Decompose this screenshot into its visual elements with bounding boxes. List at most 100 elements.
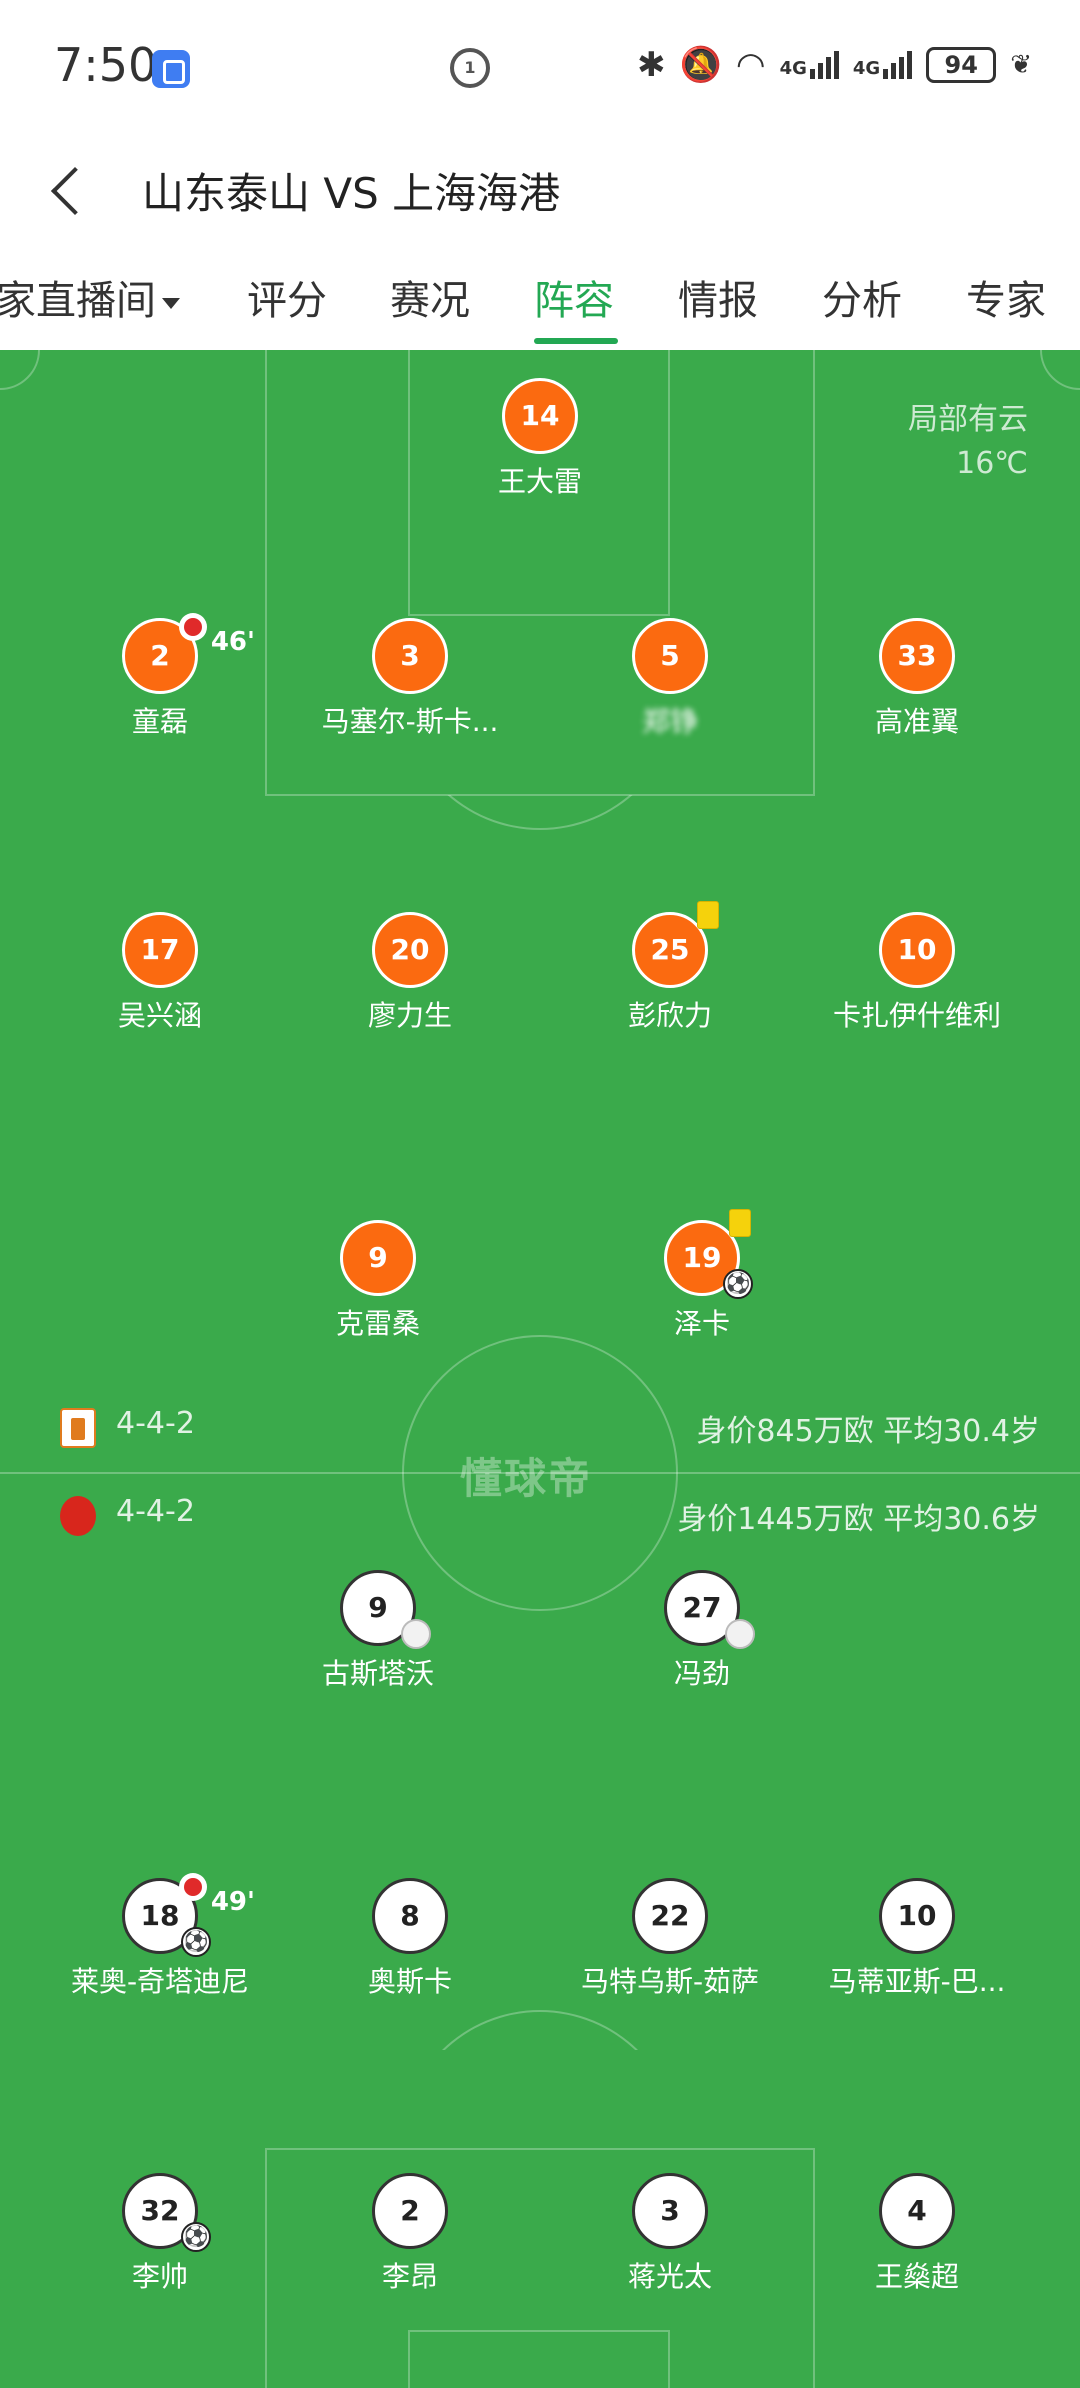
mute-icon: 🔕 [679,45,722,85]
player-name: 吴兴涵 [117,999,202,1032]
player-home-d4[interactable]: 33 高准翼 [797,618,1037,740]
player-name: 马蒂亚斯-巴... [828,1965,1006,1998]
signal-icon: 4G [780,51,839,79]
player-name: 奥斯卡 [367,1965,452,1998]
player-name: 童磊 [131,705,188,738]
app-notification-icon [152,50,190,88]
player-away-m2[interactable]: 8 奥斯卡 [290,1878,530,2000]
sub-minute: 46' [210,627,255,657]
player-away-m1[interactable]: 18 49' ⚽ 莱奥-奇塔迪尼 [40,1873,280,2000]
player-home-m1[interactable]: 17 吴兴涵 [40,912,280,1034]
player-number: 18 [140,1899,180,1932]
player-number: 27 [682,1591,722,1624]
assist-icon [725,1619,755,1649]
player-home-m2[interactable]: 20 廖力生 [290,912,530,1034]
goal-ball-icon: ⚽ [181,1927,211,1957]
player-home-m4[interactable]: 10 卡扎伊什维利 [797,912,1037,1034]
yellow-card-icon [729,1209,751,1237]
away-team-logo [60,1496,96,1536]
player-number: 14 [502,378,578,454]
player-away-f1[interactable]: 9 古斯塔沃 [258,1570,498,1692]
player-away-d1[interactable]: 32 ⚽ 李帅 [40,2173,280,2295]
pitch: 局部有云 16℃ 懂球帝 14 王大雷 2 46' 童磊 3 马塞尔-斯卡... … [0,350,1080,2388]
tab-live-room[interactable]: 家直播间 [0,268,180,326]
home-formation: 4-4-2 [116,1406,195,1441]
away-team-stats: 身价1445万欧 平均30.6岁 [677,1502,1040,1537]
player-name: 王燊超 [874,2260,959,2293]
player-number: 22 [632,1878,708,1954]
chevron-down-icon [162,297,180,309]
tab-expert[interactable]: 专家 [966,268,1046,326]
wifi-icon: ◠ [735,45,766,85]
player-away-m3[interactable]: 22 马特乌斯-茹萨 [550,1878,790,2000]
weather-condition: 局部有云 [908,402,1028,437]
player-name: 马塞尔-斯卡... [321,705,499,738]
assist-icon [401,1619,431,1649]
player-number: 2 [372,2173,448,2249]
sub-out-icon [179,1873,207,1901]
player-away-d2[interactable]: 2 李昂 [290,2173,530,2295]
goal-ball-icon: ⚽ [723,1269,753,1299]
player-number: 32 [140,2194,180,2227]
player-home-f2[interactable]: 19 ⚽ 泽卡 [582,1209,822,1342]
player-number: 33 [879,618,955,694]
player-away-d4[interactable]: 4 王燊超 [797,2173,1037,2295]
player-number: 17 [122,912,198,988]
tab-lineup[interactable]: 阵容 [534,268,614,326]
player-name: 郑铮 [641,705,698,738]
player-number: 3 [632,2173,708,2249]
weather-info: 局部有云 16℃ [908,398,1028,486]
away-formation: 4-4-2 [116,1494,195,1529]
bluetooth-icon: ✱ [637,45,666,85]
player-number: 10 [879,912,955,988]
player-away-d3[interactable]: 3 蒋光太 [550,2173,790,2295]
player-number: 3 [372,618,448,694]
player-number: 8 [372,1878,448,1954]
tab-rating[interactable]: 评分 [247,268,327,326]
player-name: 廖力生 [367,999,452,1032]
player-name: 卡扎伊什维利 [832,999,1001,1032]
player-home-d2[interactable]: 3 马塞尔-斯卡... [290,618,530,740]
player-name: 克雷桑 [335,1307,420,1340]
player-name: 古斯塔沃 [321,1657,434,1690]
player-home-d3[interactable]: 5 郑铮 [550,618,790,740]
player-number: 20 [372,912,448,988]
goal-ball-icon: ⚽ [181,2222,211,2252]
away-team-info: 4-4-2 身价1445万欧 平均30.6岁 [60,1494,1040,1538]
yellow-card-icon [697,901,719,929]
player-number: 4 [879,2173,955,2249]
player-name: 王大雷 [497,465,582,498]
hd-icon: 1 [450,48,490,88]
status-icons: ✱ 🔕 ◠ 4G 4G 94 ❦ [637,40,1032,90]
home-team-logo [60,1408,96,1448]
battery-icon: 94 [926,47,997,83]
active-tab-indicator [534,338,618,344]
player-number: 9 [368,1591,388,1624]
player-name: 莱奥-奇塔迪尼 [70,1965,250,1998]
player-name: 李昂 [381,2260,438,2293]
player-name: 冯劲 [673,1657,730,1690]
player-name: 马特乌斯-茹萨 [580,1965,760,1998]
sub-out-icon [179,613,207,641]
player-away-m4[interactable]: 10 马蒂亚斯-巴... [797,1878,1037,2000]
home-team-stats: 身价845万欧 平均30.4岁 [696,1414,1040,1449]
player-home-d1[interactable]: 2 46' 童磊 [40,613,280,740]
sub-minute: 49' [210,1887,255,1917]
tab-analysis[interactable]: 分析 [822,268,902,326]
player-home-m3[interactable]: 25 彭欣力 [550,901,790,1034]
player-number: 5 [632,618,708,694]
player-number: 19 [682,1241,722,1274]
weather-temp: 16℃ [956,446,1028,481]
player-name: 蒋光太 [627,2260,712,2293]
player-home-f1[interactable]: 9 克雷桑 [258,1220,498,1342]
nav-bar: 山东泰山 VS 上海海港 [0,130,1080,250]
tab-match-status[interactable]: 赛况 [390,268,470,326]
back-icon[interactable] [40,150,100,230]
tab-bar: 家直播间 评分 赛况 阵容 情报 分析 专家 [0,250,1080,350]
player-number: 10 [879,1878,955,1954]
player-away-f2[interactable]: 27 冯劲 [582,1570,822,1692]
player-home-gk[interactable]: 14 王大雷 [420,378,660,500]
status-time: 7:50 [54,38,158,92]
player-number: 9 [340,1220,416,1296]
tab-intel[interactable]: 情报 [678,268,758,326]
